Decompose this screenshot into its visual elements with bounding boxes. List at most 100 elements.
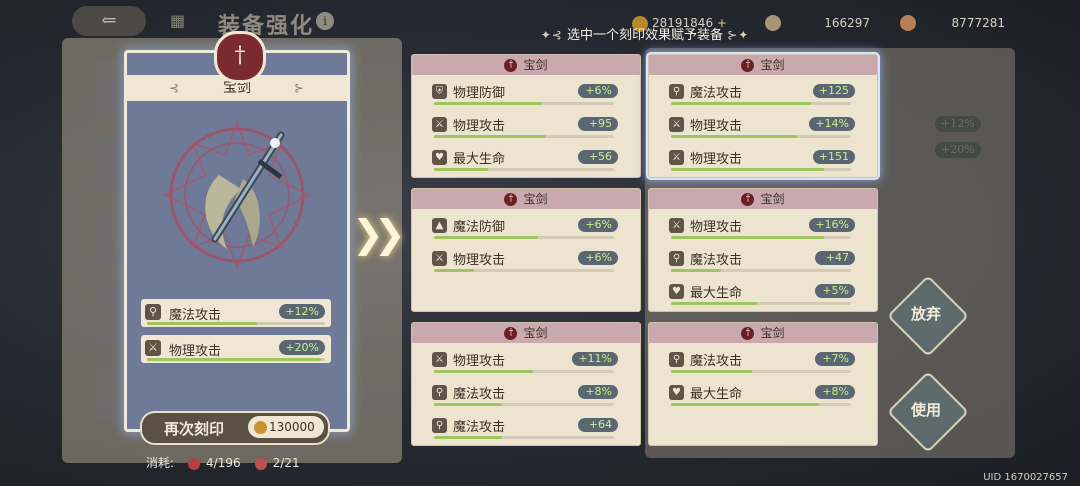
stat-bar-fill (671, 403, 819, 406)
option-stat-row: ⚔ 物理攻击 +14% (669, 114, 855, 142)
engrave-option-card[interactable]: † 宝剑 ⚔ 物理攻击 +11% ⚲ 魔法攻击 +8% ⚲ 魔法攻击 +64 (411, 322, 641, 446)
stat-bar (671, 102, 851, 105)
double-chevron-right-icon: ❯❯ (352, 212, 406, 256)
stat-bar-fill (434, 269, 474, 272)
consume-info: 消耗: 4/196 2/21 (146, 456, 300, 470)
stat-bar-fill (434, 436, 503, 439)
engrave-option-card[interactable]: † 宝剑 ▲ 魔法防御 +6% ⚔ 物理攻击 +6% (411, 188, 641, 312)
heart-icon: ♥ (669, 284, 684, 299)
reprint-cost: 130000 (248, 416, 324, 438)
option-stat-row: ⚲ 魔法攻击 +47 (669, 248, 855, 276)
sword-artwork (162, 120, 312, 270)
equipment-card: ⊰ 宝剑 ⊱ † ⚲ 魔法攻击 +12% ⚔ 物理攻击 +20% (124, 31, 350, 432)
stat-bar-fill (671, 168, 824, 171)
background-stat-2: +20% (935, 142, 981, 158)
stat-bar-fill (671, 135, 797, 138)
stat-bar (671, 236, 851, 239)
background-equipment-slot (96, 135, 126, 191)
gem-icon (188, 457, 201, 470)
pouch-icon (900, 15, 916, 31)
stat-bar-fill (671, 370, 752, 373)
stat-bar (434, 370, 614, 373)
option-stat-row: ⚲ 魔法攻击 +7% (669, 349, 855, 377)
stat-bar-fill (434, 135, 546, 138)
stat-bar-fill (434, 102, 542, 105)
stat-bar-fill (434, 403, 503, 406)
option-header: † 宝剑 (412, 189, 640, 209)
sword-icon: † (741, 193, 755, 206)
back-arrow-icon: ⇐ (101, 10, 117, 31)
reprint-button[interactable]: 再次刻印 130000 (140, 411, 330, 445)
grid-icon[interactable]: ▦ (170, 11, 192, 33)
gem-icon (254, 457, 267, 470)
background-equipment-slot (96, 366, 126, 422)
user-id: UID 1670027657 (983, 472, 1068, 483)
shield-icon: ⛨ (432, 84, 447, 99)
option-header: † 宝剑 (412, 55, 640, 75)
sword-icon: ⚔ (432, 117, 447, 132)
sword-icon: ⚔ (669, 218, 684, 233)
stat-bar-fill (147, 358, 322, 361)
option-stat-row: ⚲ 魔法攻击 +125 (669, 81, 855, 109)
option-header: † 宝剑 (649, 323, 877, 343)
option-stat-row: ⚔ 物理攻击 +11% (432, 349, 618, 377)
stat-bar-fill (434, 370, 533, 373)
option-header: † 宝剑 (412, 323, 640, 343)
stat-bar (671, 370, 851, 373)
option-stat-row: ♥ 最大生命 +5% (669, 281, 855, 309)
magic-wand-icon: ⚲ (669, 84, 684, 99)
engrave-option-card[interactable]: † 宝剑 ⚔ 物理攻击 +16% ⚲ 魔法攻击 +47 ♥ 最大生命 +5% (648, 188, 878, 312)
option-stat-row: ⚲ 魔法攻击 +8% (432, 382, 618, 410)
stat-bar (671, 135, 851, 138)
option-stat-row: ♥ 最大生命 +56 (432, 147, 618, 175)
engrave-option-card[interactable]: † 宝剑 ⛨ 物理防御 +6% ⚔ 物理攻击 +95 ♥ 最大生命 +56 (411, 54, 641, 178)
stat-bar (147, 358, 325, 361)
magic-wand-icon: ⚲ (669, 251, 684, 266)
background-stat-1: +12% (935, 116, 981, 132)
sword-icon: † (504, 59, 518, 72)
stat-bar-fill (671, 102, 812, 105)
wizard-hat-icon: ▲ (432, 218, 447, 233)
engrave-option-card[interactable]: † 宝剑 ⚲ 魔法攻击 +125 ⚔ 物理攻击 +14% ⚔ 物理攻击 +151 (648, 54, 878, 178)
magic-wand-icon: ⚲ (432, 418, 447, 433)
stat-bar (671, 302, 851, 305)
info-icon[interactable]: i (316, 12, 334, 30)
stat-bar (434, 403, 614, 406)
heart-icon: ♥ (669, 385, 684, 400)
sword-icon: † (504, 193, 518, 206)
stat-bar (434, 102, 614, 105)
background-equipment-slot (96, 288, 126, 344)
stat-bar (671, 403, 851, 406)
stat-bar (434, 269, 614, 272)
stat-bar (434, 436, 614, 439)
magic-wand-icon: ⚲ (145, 304, 161, 320)
engrave-option-card[interactable]: † 宝剑 ⚲ 魔法攻击 +7% ♥ 最大生命 +8% (648, 322, 878, 446)
currency-pouch: 8777281 (900, 12, 1005, 34)
background-equipment-slot (96, 60, 126, 116)
stat-bar (671, 269, 851, 272)
option-stat-row: ⚔ 物理攻击 +6% (432, 248, 618, 276)
selection-instruction: ✦⊰ 选中一个刻印效果赋予装备 ⊱✦ (540, 28, 750, 43)
abandon-button[interactable]: 放弃 (886, 303, 966, 324)
sword-icon: ⚔ (145, 340, 161, 356)
heart-icon: ♥ (432, 150, 447, 165)
sword-icon: ⚔ (432, 251, 447, 266)
ornament-left-icon: ✦⊰ (540, 28, 563, 42)
use-button[interactable]: 使用 (886, 399, 966, 420)
back-button[interactable]: ⇐ (72, 6, 146, 36)
stat-bar (434, 135, 614, 138)
sword-icon: † (741, 327, 755, 340)
option-stat-row: ▲ 魔法防御 +6% (432, 215, 618, 243)
stat-bar (434, 236, 614, 239)
option-stat-row: ⚔ 物理攻击 +16% (669, 215, 855, 243)
magic-wand-icon: ⚲ (669, 352, 684, 367)
stat-bar (671, 168, 851, 171)
sword-icon: † (504, 327, 518, 340)
option-stat-row: ⚲ 魔法攻击 +64 (432, 415, 618, 443)
option-stat-row: ♥ 最大生命 +8% (669, 382, 855, 410)
option-header: † 宝剑 (649, 189, 877, 209)
stat-bar-fill (434, 236, 539, 239)
background-equipment-slot (96, 210, 126, 266)
ornament-icon: ⊱ (293, 81, 305, 95)
stat-bar-fill (434, 168, 488, 171)
